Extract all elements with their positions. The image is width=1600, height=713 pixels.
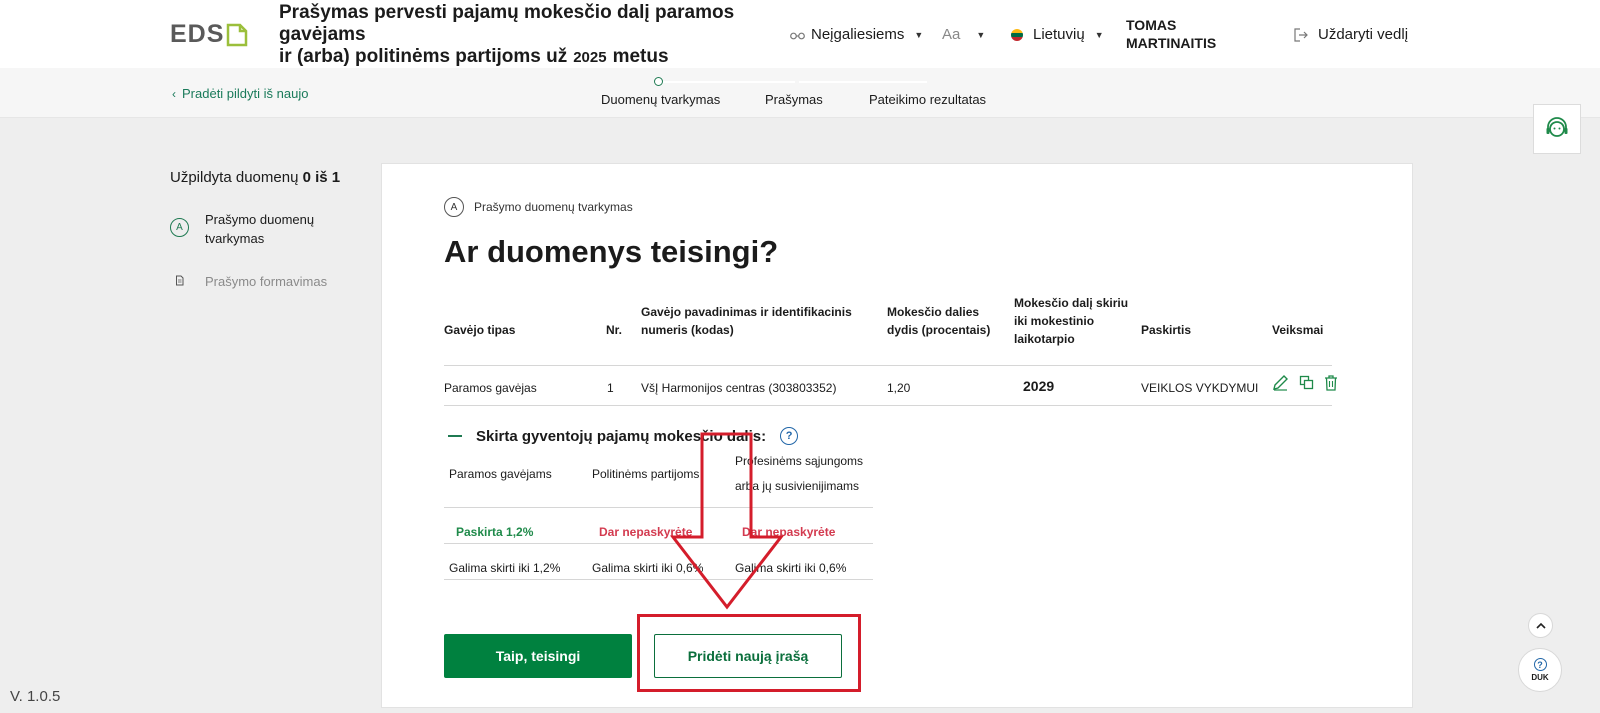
column-header: Paskirtis	[1141, 323, 1192, 337]
column-header: Gavėjo tipas	[444, 323, 516, 337]
language-menu[interactable]: Lietuvių ▼	[1011, 26, 1104, 43]
edit-icon[interactable]	[1272, 374, 1289, 391]
row-recipient-name: VšĮ Harmonijos centras (303803352)	[641, 381, 837, 395]
column-header: Nr.	[606, 323, 623, 337]
copy-icon[interactable]	[1299, 375, 1314, 390]
chevron-down-icon: ▼	[914, 29, 924, 40]
trash-icon[interactable]	[1324, 374, 1338, 391]
document-icon	[227, 23, 248, 46]
chevron-up-icon	[1535, 622, 1546, 629]
help-chat-button[interactable]	[1533, 104, 1581, 154]
column-header: Veiksmai	[1272, 323, 1324, 337]
eds-logo[interactable]: EDS	[170, 20, 248, 49]
chevron-left-icon: ‹	[172, 86, 176, 101]
divider	[444, 579, 873, 580]
divider	[444, 543, 873, 544]
status-assigned: Paskirta 1,2%	[456, 525, 534, 539]
help-icon[interactable]: ?	[780, 427, 799, 445]
limit-text: Galima skirti iki 0,6%	[735, 561, 847, 575]
limit-text: Galima skirti iki 0,6%	[592, 561, 704, 575]
highlight-annotation-box	[637, 614, 861, 692]
close-wizard-button[interactable]: Uždaryti vedlį	[1294, 26, 1408, 43]
column-header: Mokesčio dalį skiriu iki mokestinio laik…	[1014, 296, 1129, 346]
chevron-down-icon: ▼	[1094, 29, 1104, 40]
main-card: A Prašymo duomenų tvarkymas Ar duomenys …	[381, 163, 1413, 708]
logo-text: EDS	[170, 20, 225, 48]
row-until-year: 2029	[1023, 378, 1055, 394]
glasses-icon	[790, 32, 805, 39]
user-name: TOMAS MARTINAITIS	[1126, 17, 1217, 51]
status-not-assigned: Dar nepaskyrėte	[742, 525, 836, 539]
column-header: Gavėjo pavadinimas ir identifikacinis nu…	[641, 305, 852, 337]
summary-column-header: Politinėms partijoms	[592, 467, 700, 481]
scroll-top-button[interactable]	[1528, 613, 1553, 638]
step-connector	[799, 81, 927, 83]
support-headset-icon	[1546, 117, 1568, 137]
row-percent: 1,20	[887, 381, 911, 395]
confirm-button[interactable]: Taip, teisingi	[444, 634, 632, 678]
step-a-badge: A	[444, 197, 464, 217]
faq-button[interactable]: ? DUK	[1518, 648, 1562, 692]
help-icon: ?	[1533, 658, 1547, 671]
row-purpose: VEIKLOS VYKDYMUI	[1141, 381, 1259, 395]
page-heading: Ar duomenys teisingi?	[444, 234, 779, 269]
sidebar-item-form-generation[interactable]: Prašymo formavimas	[170, 271, 327, 291]
row-number: 1	[607, 381, 614, 395]
wizard-stepper: ‹ Pradėti pildyti iš naujo Duomenų tvark…	[0, 68, 1600, 118]
step-label: Duomenų tvarkymas	[601, 92, 721, 107]
status-not-assigned: Dar nepaskyrėte	[599, 525, 693, 539]
divider	[444, 365, 1332, 366]
summary-column-header: Paramos gavėjams	[449, 467, 552, 481]
document-icon	[170, 271, 189, 290]
logout-icon	[1294, 27, 1308, 42]
collapse-icon	[448, 435, 462, 437]
column-header: Mokesčio dalies dydis (procentais)	[887, 305, 991, 337]
section-breadcrumb: A Prašymo duomenų tvarkymas	[444, 197, 633, 217]
summary-column-header: Profesinėms sąjungoms arba jų susivienij…	[735, 454, 864, 493]
lithuania-flag-icon	[1011, 28, 1023, 41]
summary-toggle[interactable]: Skirta gyventojų pajamų mokesčio dalis: …	[448, 427, 799, 445]
row-recipient-type: Paramos gavėjas	[444, 381, 537, 395]
font-size-menu[interactable]: Aa ▼	[942, 26, 985, 43]
step-a-badge: A	[170, 218, 189, 237]
page-title: Prašymas pervesti pajamų mokesčio dalį p…	[279, 2, 735, 67]
step-current-dot	[654, 77, 663, 86]
restart-link[interactable]: ‹ Pradėti pildyti iš naujo	[172, 86, 308, 101]
limit-text: Galima skirti iki 1,2%	[449, 561, 561, 575]
top-header: EDS Prašymas pervesti pajamų mokesčio da…	[0, 0, 1600, 68]
step-label: Prašymas	[765, 92, 823, 107]
step-label: Pateikimo rezultatas	[869, 92, 987, 107]
accessibility-menu[interactable]: Neįgaliesiems ▼	[790, 26, 923, 43]
version-label: V. 1.0.5	[10, 688, 61, 705]
step-connector	[661, 81, 795, 83]
sidebar-item-data-management[interactable]: A Prašymo duomenų tvarkymas	[170, 210, 330, 248]
row-actions	[1272, 374, 1338, 391]
progress-summary: Užpildyta duomenų 0 iš 1	[170, 169, 341, 186]
divider	[444, 507, 873, 508]
tax-year: 2025	[573, 49, 607, 66]
chevron-down-icon: ▼	[976, 29, 986, 40]
divider	[444, 405, 1332, 406]
